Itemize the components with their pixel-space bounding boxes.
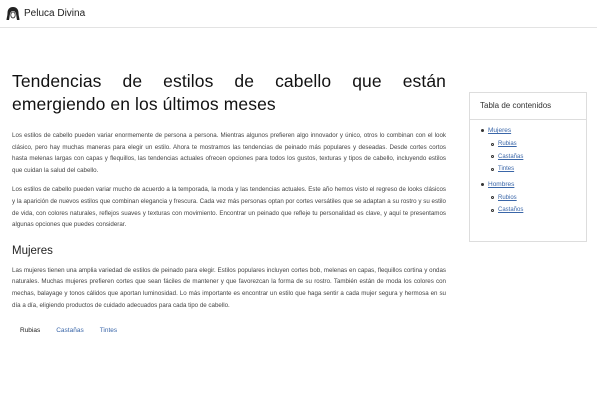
tab-tintes[interactable]: Tintes [92,323,125,338]
second-paragraph: Los estilos de cabello pueden variar muc… [12,186,446,229]
brand-name: Peluca Divina [24,8,86,19]
toc-link-tintes[interactable]: Tintes [498,166,514,172]
tab-rubias[interactable]: Rubias [12,323,48,338]
tab-castanas[interactable]: Castañas [48,323,91,338]
article: Tendencias de estilos de cabello que est… [12,70,446,338]
toc-item-hombres: Hombres Rubios Castaños [481,180,586,217]
toc-item-mujeres: Mujeres Rubias Castañas Tintes [481,126,586,176]
toc-link-rubias[interactable]: Rubias [498,141,517,147]
toc-link-hombres[interactable]: Hombres [488,181,514,188]
article-title: Tendencias de estilos de cabello que est… [12,71,446,114]
toc-subitem: Castaños [491,204,586,217]
hair-color-tabs: Rubias Castañas Tintes [12,323,446,338]
brand-logo[interactable]: Peluca Divina [6,6,85,22]
toc-title: Tabla de contenidos [480,101,552,110]
top-navbar: Peluca Divina [0,0,597,28]
wig-icon [6,6,20,22]
section-paragraph-mujeres: Las mujeres tienen una amplia variedad d… [12,266,446,309]
toc-link-mujeres[interactable]: Mujeres [488,127,511,134]
toc-subitem: Rubios [491,192,586,205]
toc-subitem: Castañas [491,151,586,164]
intro-paragraph: Los estilos de cabello pueden variar eno… [12,132,446,174]
toc-link-rubios[interactable]: Rubios [498,195,517,201]
table-of-contents: Tabla de contenidos Mujeres Rubias Casta… [469,92,587,242]
section-heading-mujeres: Mujeres [12,244,53,257]
toc-link-castanas[interactable]: Castañas [498,154,523,160]
toc-subitem: Rubias [491,138,586,151]
toc-subitem: Tintes [491,163,586,176]
toc-link-castanos[interactable]: Castaños [498,207,523,213]
